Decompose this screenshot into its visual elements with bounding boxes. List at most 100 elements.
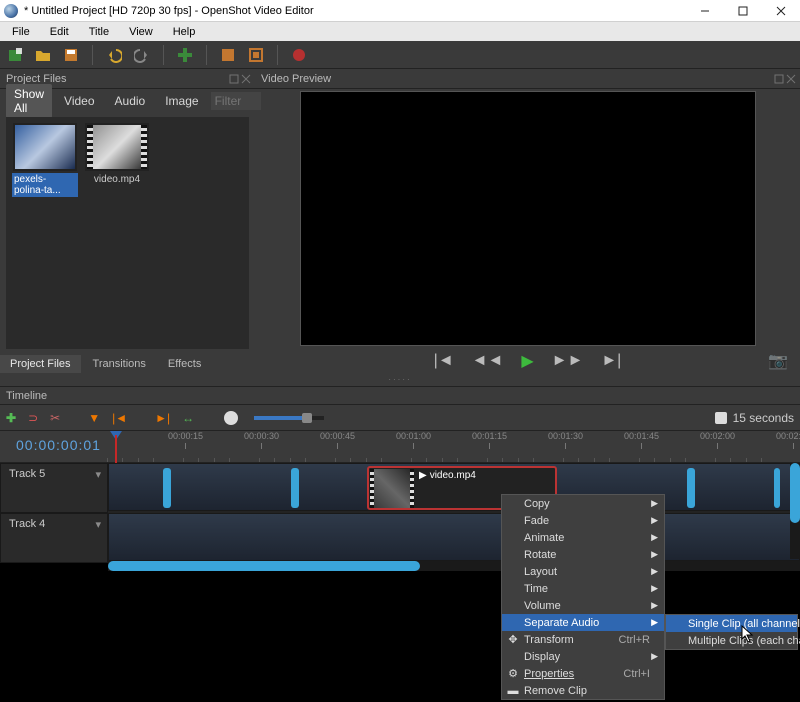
menu-bar: File Edit Title View Help xyxy=(0,22,800,41)
jump-start-icon[interactable]: |◄ xyxy=(434,352,454,370)
snapshot-icon[interactable]: 📷 xyxy=(768,351,788,371)
bottom-tabs: Project Files Transitions Effects xyxy=(0,353,255,375)
asset-item[interactable]: video.mp4 xyxy=(84,123,150,343)
rewind-icon[interactable]: ◄◄ xyxy=(472,352,504,370)
timeline-lanes[interactable]: ▶video.mp4 xyxy=(108,463,800,563)
menu-item[interactable]: ▬Remove Clip xyxy=(502,682,664,699)
panel-close-icon[interactable] xyxy=(241,74,251,84)
menu-view[interactable]: View xyxy=(121,25,161,39)
clip-marker[interactable] xyxy=(687,468,695,508)
import-files-icon[interactable] xyxy=(176,46,194,64)
splitter-handle[interactable]: ····· xyxy=(0,375,800,387)
clip-marker[interactable] xyxy=(774,468,780,508)
asset-item[interactable]: pexels-polina-ta... xyxy=(12,123,78,343)
undock-icon[interactable] xyxy=(229,74,239,84)
menu-item[interactable]: Separate Audio▶ xyxy=(502,614,664,631)
menu-title[interactable]: Title xyxy=(81,25,117,39)
menu-item[interactable]: Single Clip (all channels) xyxy=(666,615,797,632)
zoom-lock-checkbox[interactable] xyxy=(715,412,727,424)
zoom-knob-icon[interactable] xyxy=(224,411,238,425)
menu-item[interactable]: Multiple Clips (each channel) xyxy=(666,632,797,649)
asset-name: video.mp4 xyxy=(92,173,142,186)
maximize-button[interactable] xyxy=(724,0,762,22)
clip-marker[interactable] xyxy=(163,468,171,508)
center-playhead-icon[interactable]: ↔ xyxy=(182,411,194,425)
next-marker-icon[interactable]: ►| xyxy=(155,411,170,425)
playhead-timecode: 00:00:00:01 xyxy=(0,431,108,462)
fullscreen-icon[interactable] xyxy=(247,46,265,64)
panel-header-row: Project Files Video Preview xyxy=(0,69,800,89)
chevron-down-icon[interactable]: ▾ xyxy=(95,468,101,481)
menu-item[interactable]: Rotate▶ xyxy=(502,546,664,563)
open-project-icon[interactable] xyxy=(34,46,52,64)
timeline-toolbar: ✚ ⊃ ✂ ▼ |◄ ►| ↔ 15 seconds xyxy=(0,405,800,431)
menu-item[interactable]: Copy▶ xyxy=(502,495,664,512)
tab-transitions[interactable]: Transitions xyxy=(83,355,156,373)
jump-end-icon[interactable]: ►| xyxy=(601,352,621,370)
asset-name: pexels-polina-ta... xyxy=(12,173,78,197)
save-project-icon[interactable] xyxy=(62,46,80,64)
play-icon[interactable]: ▶ xyxy=(521,351,533,371)
menu-edit[interactable]: Edit xyxy=(42,25,77,39)
prev-marker-icon[interactable]: |◄ xyxy=(112,411,127,425)
main-split: Show All Video Audio Image pexels-polina… xyxy=(0,89,800,375)
snap-icon[interactable]: ⊃ xyxy=(28,411,38,425)
track-name: Track 4 xyxy=(9,518,45,530)
menu-item[interactable]: Time▶ xyxy=(502,580,664,597)
project-files-panel: Show All Video Audio Image pexels-polina… xyxy=(0,89,255,375)
timeline-header: Timeline xyxy=(0,387,800,405)
menu-item[interactable]: Display▶ xyxy=(502,648,664,665)
playback-controls: |◄ ◄◄ ▶ ►► ►| 📷 xyxy=(255,346,800,375)
panel-close-icon[interactable] xyxy=(786,74,796,84)
track-header[interactable]: Track 5 ▾ xyxy=(0,463,108,513)
track-lane[interactable] xyxy=(108,513,800,561)
asset-thumbnails: pexels-polina-ta... video.mp4 xyxy=(6,117,249,349)
separate-audio-submenu: Single Clip (all channels)Multiple Clips… xyxy=(665,614,798,650)
close-button[interactable] xyxy=(762,0,800,22)
menu-item[interactable]: Volume▶ xyxy=(502,597,664,614)
zoom-label: 15 seconds xyxy=(733,411,794,425)
playhead-icon[interactable] xyxy=(110,431,122,443)
menu-file[interactable]: File xyxy=(4,25,38,39)
window-title: * Untitled Project [HD 720p 30 fps] - Op… xyxy=(24,5,686,17)
timeline-vscroll[interactable] xyxy=(790,463,800,559)
timeline-title: Timeline xyxy=(6,390,47,402)
openshot-icon xyxy=(4,4,18,18)
track-header[interactable]: Track 4 ▾ xyxy=(0,513,108,563)
tab-project-files[interactable]: Project Files xyxy=(0,355,81,373)
menu-item[interactable]: Animate▶ xyxy=(502,529,664,546)
menu-item[interactable]: ⚙PropertiesCtrl+I xyxy=(502,665,664,682)
menu-help[interactable]: Help xyxy=(165,25,204,39)
project-files-header: Project Files xyxy=(6,73,67,85)
razor-icon[interactable]: ✂ xyxy=(50,411,60,425)
timeline-ruler[interactable]: 00:00:00:01 00:00:1500:00:3000:00:4500:0… xyxy=(0,431,800,463)
menu-item[interactable]: Layout▶ xyxy=(502,563,664,580)
asset-filter-tabs: Show All Video Audio Image xyxy=(0,89,255,113)
export-video-icon[interactable] xyxy=(290,46,308,64)
tab-show-all[interactable]: Show All xyxy=(6,84,52,118)
add-marker-icon[interactable]: ▼ xyxy=(88,411,100,425)
add-track-icon[interactable]: ✚ xyxy=(6,411,16,425)
redo-icon[interactable] xyxy=(133,46,151,64)
profile-icon[interactable] xyxy=(219,46,237,64)
undock-icon[interactable] xyxy=(774,74,784,84)
track-lane[interactable]: ▶video.mp4 xyxy=(108,463,800,511)
menu-item[interactable]: ✥TransformCtrl+R xyxy=(502,631,664,648)
preview-canvas xyxy=(300,91,756,346)
tab-image[interactable]: Image xyxy=(157,91,206,111)
fast-forward-icon[interactable]: ►► xyxy=(552,352,584,370)
clip-marker[interactable] xyxy=(291,468,299,508)
tab-audio[interactable]: Audio xyxy=(107,91,154,111)
asset-filter-input[interactable] xyxy=(211,92,261,110)
tab-effects[interactable]: Effects xyxy=(158,355,211,373)
main-toolbar xyxy=(0,41,800,69)
undo-icon[interactable] xyxy=(105,46,123,64)
new-project-icon[interactable] xyxy=(6,46,24,64)
zoom-slider[interactable] xyxy=(254,416,324,420)
timeline-hscroll[interactable] xyxy=(108,561,800,571)
chevron-down-icon[interactable]: ▾ xyxy=(95,518,101,531)
tab-video[interactable]: Video xyxy=(56,91,102,111)
menu-item[interactable]: Fade▶ xyxy=(502,512,664,529)
minimize-button[interactable] xyxy=(686,0,724,22)
clip-thumb-icon xyxy=(370,469,414,509)
